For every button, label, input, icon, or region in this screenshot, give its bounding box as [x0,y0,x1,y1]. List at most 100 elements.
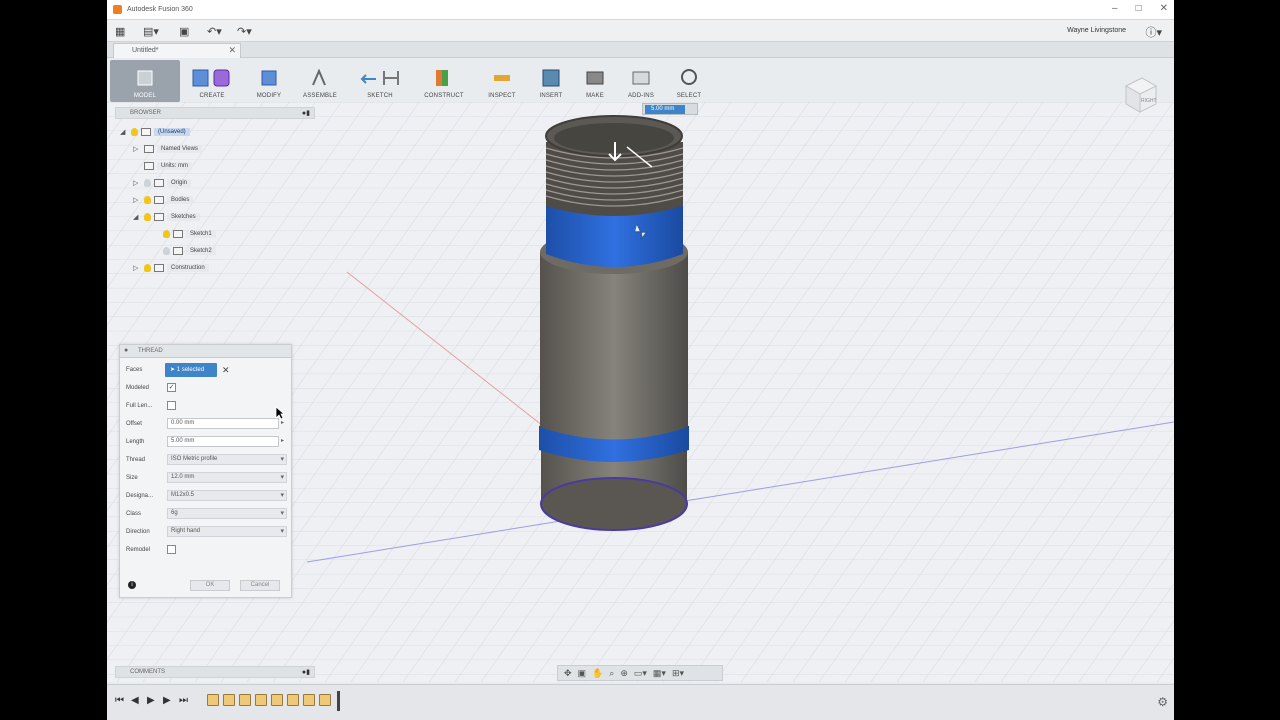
length-input[interactable]: 5.00 mm [167,436,279,447]
visibility-bulb-icon[interactable] [163,229,170,238]
select-menu[interactable]: SELECT [669,58,709,102]
tree-item-bodies[interactable]: ▷ Bodies [133,193,194,206]
timeline-play-icon[interactable]: ▶ [147,695,155,706]
comments-pin-icon[interactable]: ●▮ [302,668,310,676]
expand-arrow-icon[interactable]: ▷ [133,179,141,187]
make-menu[interactable]: MAKE [577,58,613,102]
direction-select[interactable]: Right hand [167,526,287,537]
minimize-icon[interactable]: – [1112,3,1118,14]
visibility-bulb-icon[interactable] [144,212,151,221]
data-panel-grid-icon[interactable]: ▦ [115,23,125,39]
fit-icon[interactable]: ⊕ [620,668,628,679]
expand-arrow-icon[interactable]: ▷ [133,196,141,204]
pin-icon[interactable]: ●▮ [302,109,310,117]
visibility-bulb-icon[interactable] [144,195,151,204]
size-select[interactable]: 12.0 mm [167,472,287,483]
timeline-feature[interactable] [239,694,251,706]
grid-settings-icon[interactable]: ▦▾ [653,668,666,679]
collapse-arrow-icon[interactable]: ◢ [133,213,141,221]
visibility-bulb-icon[interactable] [144,178,151,187]
construct-menu[interactable]: CONSTRUCT [419,58,469,102]
tree-item-units[interactable]: Units: mm [144,159,192,172]
distance-input-pill[interactable]: 5.00 mm [642,103,698,115]
timeline-feature[interactable] [287,694,299,706]
faces-select-button[interactable]: ➤ 1 selected [165,363,217,377]
zoom-icon[interactable]: ⌕ [609,668,614,679]
length-dropdown-icon[interactable]: ▸ [281,437,284,444]
title-bar: Autodesk Fusion 360 – □ ✕ [107,0,1174,20]
close-icon[interactable]: ✕ [1160,3,1168,14]
timeline-feature[interactable] [271,694,283,706]
timeline-prev-icon[interactable]: ◀ [131,695,139,706]
inspect-label: INSPECT [488,93,516,99]
offset-input[interactable]: 0.00 mm [167,418,279,429]
comments-header[interactable]: COMMENTS ●▮ [115,666,315,678]
save-icon[interactable]: ▣ [179,23,189,39]
create-menu[interactable]: CREATE [187,58,237,102]
timeline-end-icon[interactable]: ⏭ [179,695,188,706]
tree-item-origin[interactable]: ▷ Origin [133,176,192,189]
timeline-feature[interactable] [223,694,235,706]
pan-icon[interactable]: ✋ [592,668,603,679]
file-menu-icon[interactable]: ▤▾ [143,23,159,39]
assemble-menu[interactable]: ASSEMBLE [297,58,343,102]
modeled-checkbox[interactable]: ✓ [167,383,176,392]
collapse-dot-icon[interactable]: ● [124,347,128,354]
info-icon[interactable]: i [128,581,136,589]
timeline-marker[interactable] [337,691,340,711]
designation-select[interactable]: M12x0.5 [167,490,287,501]
maximize-icon[interactable]: □ [1136,3,1142,14]
cancel-button[interactable]: Cancel [240,580,280,591]
viewports-icon[interactable]: ⊞▾ [672,668,684,679]
sketch-menu[interactable]: SKETCH [353,58,407,102]
document-tab[interactable]: Untitled* ✕ [113,43,241,58]
display-settings-icon[interactable]: ▭▾ [634,668,647,679]
tree-item-sketch2[interactable]: Sketch2 [163,244,216,257]
tree-item-construction[interactable]: ▷ Construction [133,261,209,274]
timeline-feature[interactable] [207,694,219,706]
offset-dropdown-icon[interactable]: ▸ [281,419,284,426]
tree-item-root[interactable]: ◢ (Unsaved) [120,125,190,138]
add-ins-menu[interactable]: ADD-INS [621,58,661,102]
timeline-feature[interactable] [319,694,331,706]
expand-arrow-icon[interactable]: ▷ [133,264,141,272]
ok-button[interactable]: OK [190,580,230,591]
cylinder-model[interactable] [539,115,689,531]
sketch-line-icon [360,71,399,85]
class-select[interactable]: 6g [167,508,287,519]
visibility-bulb-icon[interactable] [144,263,151,272]
redo-icon[interactable]: ↷▾ [237,23,252,39]
expand-arrow-icon[interactable]: ▷ [133,145,141,153]
orbit-icon[interactable]: ✥ [564,668,572,679]
modify-menu[interactable]: MODIFY [247,58,291,102]
user-account-menu[interactable]: Wayne Livingstone [1067,27,1126,34]
designation-row: Designa... M12x0.5 [126,489,287,503]
full-length-checkbox[interactable] [167,401,176,410]
collapse-arrow-icon[interactable]: ◢ [120,128,128,136]
tree-label: Sketch2 [186,246,216,255]
tree-item-sketch1[interactable]: Sketch1 [163,227,216,240]
remodel-checkbox[interactable] [167,545,176,554]
tab-close-icon[interactable]: ✕ [228,45,236,56]
timeline-feature[interactable] [303,694,315,706]
help-icon[interactable]: ⓘ▾ [1145,24,1162,40]
insert-menu[interactable]: INSERT [531,58,571,102]
visibility-bulb-icon[interactable] [131,127,138,136]
undo-icon[interactable]: ↶▾ [207,23,222,39]
timeline-feature[interactable] [255,694,267,706]
view-cube[interactable]: RIGHT [1120,74,1160,114]
timeline-next-icon[interactable]: ▶ [163,695,171,706]
visibility-bulb-icon[interactable] [163,246,170,255]
look-at-icon[interactable]: ▣ [578,668,587,679]
timeline-start-icon[interactable]: ⏮ [115,695,124,706]
inspect-menu[interactable]: INSPECT [479,58,525,102]
browser-header[interactable]: BROWSER ●▮ [115,107,315,119]
dialog-header[interactable]: ● THREAD [120,345,291,358]
tree-item-named-views[interactable]: ▷ Named Views [133,142,202,155]
thread-type-select[interactable]: ISO Metric profile [167,454,287,465]
tree-item-sketches[interactable]: ◢ Sketches [133,210,200,223]
clear-selection-icon[interactable]: ✕ [222,365,230,376]
faces-value: 1 selected [176,367,205,373]
distance-value[interactable]: 5.00 mm [645,105,685,114]
timeline-settings-gear-icon[interactable]: ⚙ [1157,695,1168,709]
